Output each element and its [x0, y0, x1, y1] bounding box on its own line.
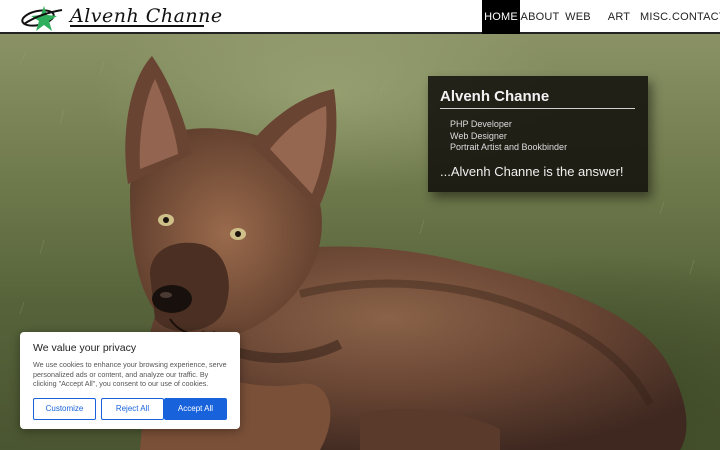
accept-all-button[interactable]: Accept All: [164, 398, 227, 420]
intro-tagline: ...Alvenh Channe is the answer!: [440, 164, 624, 179]
intro-panel: Alvenh Channe PHP Developer Web Designer…: [428, 76, 648, 192]
logo-text: Alvenh Channe: [70, 5, 223, 27]
nav-about[interactable]: ABOUT: [520, 0, 560, 34]
nav-contact[interactable]: CONTACT: [666, 0, 720, 34]
role-item: Portrait Artist and Bookbinder: [450, 142, 568, 152]
nav-home[interactable]: HOME: [482, 0, 520, 34]
nav-misc[interactable]: MISC.: [634, 0, 671, 34]
logo-underline: [70, 25, 204, 27]
cookie-title: We value your privacy: [33, 342, 137, 354]
role-item: PHP Developer: [450, 119, 512, 129]
reject-all-button[interactable]: Reject All: [101, 398, 164, 420]
cookie-consent-banner: We value your privacy We use cookies to …: [20, 332, 240, 429]
customize-button[interactable]: Customize: [33, 398, 96, 420]
site-logo[interactable]: Alvenh Channe: [20, 3, 222, 31]
nav-web[interactable]: WEB: [560, 0, 596, 34]
roles-list: PHP Developer Web Designer Portrait Arti…: [450, 119, 567, 154]
nav-art[interactable]: ART: [596, 0, 634, 34]
green-star-swoosh-icon: [21, 6, 63, 31]
role-item: Web Designer: [450, 130, 507, 141]
cookie-description: We use cookies to enhance your browsing …: [33, 360, 227, 388]
intro-divider: [440, 108, 635, 109]
main-nav: HOME ABOUT WEB ART MISC. CONTACT: [482, 0, 720, 34]
site-header: Alvenh Channe HOME ABOUT WEB ART MISC. C…: [0, 0, 720, 34]
intro-name: Alvenh Channe: [440, 88, 550, 105]
